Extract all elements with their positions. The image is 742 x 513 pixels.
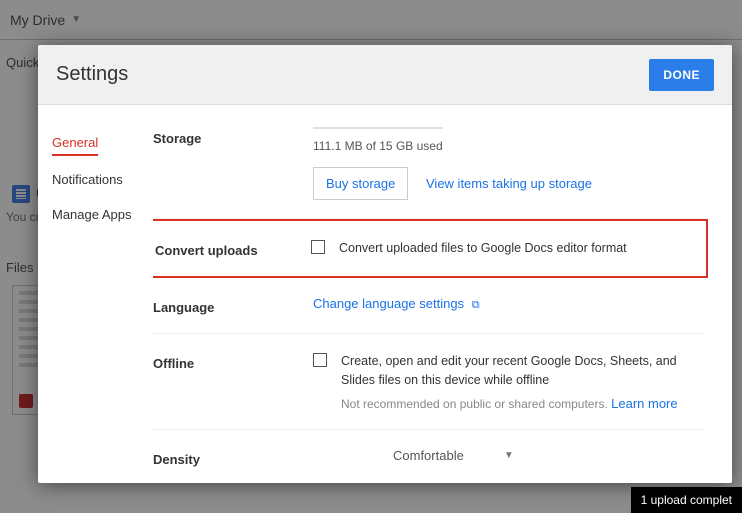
settings-content: Storage 111.1 MB of 15 GB used Buy stora… [153,105,732,483]
convert-uploads-checkbox[interactable] [311,240,325,254]
change-language-link[interactable]: Change language settings ⧉ [313,296,480,311]
section-storage: Storage 111.1 MB of 15 GB used Buy stora… [153,123,704,219]
offline-sub-prefix: Not recommended on public or shared comp… [341,397,611,411]
settings-modal: Settings DONE General Notifications Mana… [38,45,732,483]
nav-general[interactable]: General [52,129,98,156]
storage-label: Storage [153,127,313,200]
offline-text: Create, open and edit your recent Google… [341,352,704,390]
offline-checkbox[interactable] [313,353,327,367]
storage-usage-text: 111.1 MB of 15 GB used [313,139,704,153]
density-label: Density [153,448,313,467]
density-select[interactable]: Comfortable ▼ [393,448,514,463]
language-label: Language [153,296,313,315]
chevron-down-icon: ▼ [504,450,514,461]
upload-toast[interactable]: 1 upload complet [631,487,742,513]
convert-uploads-text: Convert uploaded files to Google Docs ed… [339,239,627,258]
offline-subtext: Not recommended on public or shared comp… [341,396,704,411]
nav-manage-apps[interactable]: Manage Apps [52,201,153,226]
settings-nav: General Notifications Manage Apps [38,105,153,483]
section-density: Density Comfortable ▼ [153,430,704,484]
learn-more-link[interactable]: Learn more [611,396,677,411]
section-convert-uploads: Convert uploads Convert uploaded files t… [153,233,706,264]
external-link-icon: ⧉ [472,299,480,311]
nav-notifications[interactable]: Notifications [52,166,153,191]
modal-title: Settings [56,63,128,86]
change-language-text: Change language settings [313,296,464,311]
offline-label: Offline [153,352,313,411]
density-value: Comfortable [393,448,464,463]
done-button[interactable]: DONE [649,59,714,91]
modal-header: Settings DONE [38,45,732,105]
convert-uploads-highlight: Convert uploads Convert uploaded files t… [153,219,708,278]
buy-storage-button[interactable]: Buy storage [313,167,408,200]
convert-label: Convert uploads [153,239,311,258]
storage-progress-bar [313,127,443,129]
section-offline: Offline Create, open and edit your recen… [153,334,704,430]
section-language: Language Change language settings ⧉ [153,278,704,334]
modal-body: General Notifications Manage Apps Storag… [38,105,732,483]
view-storage-link[interactable]: View items taking up storage [426,176,592,191]
